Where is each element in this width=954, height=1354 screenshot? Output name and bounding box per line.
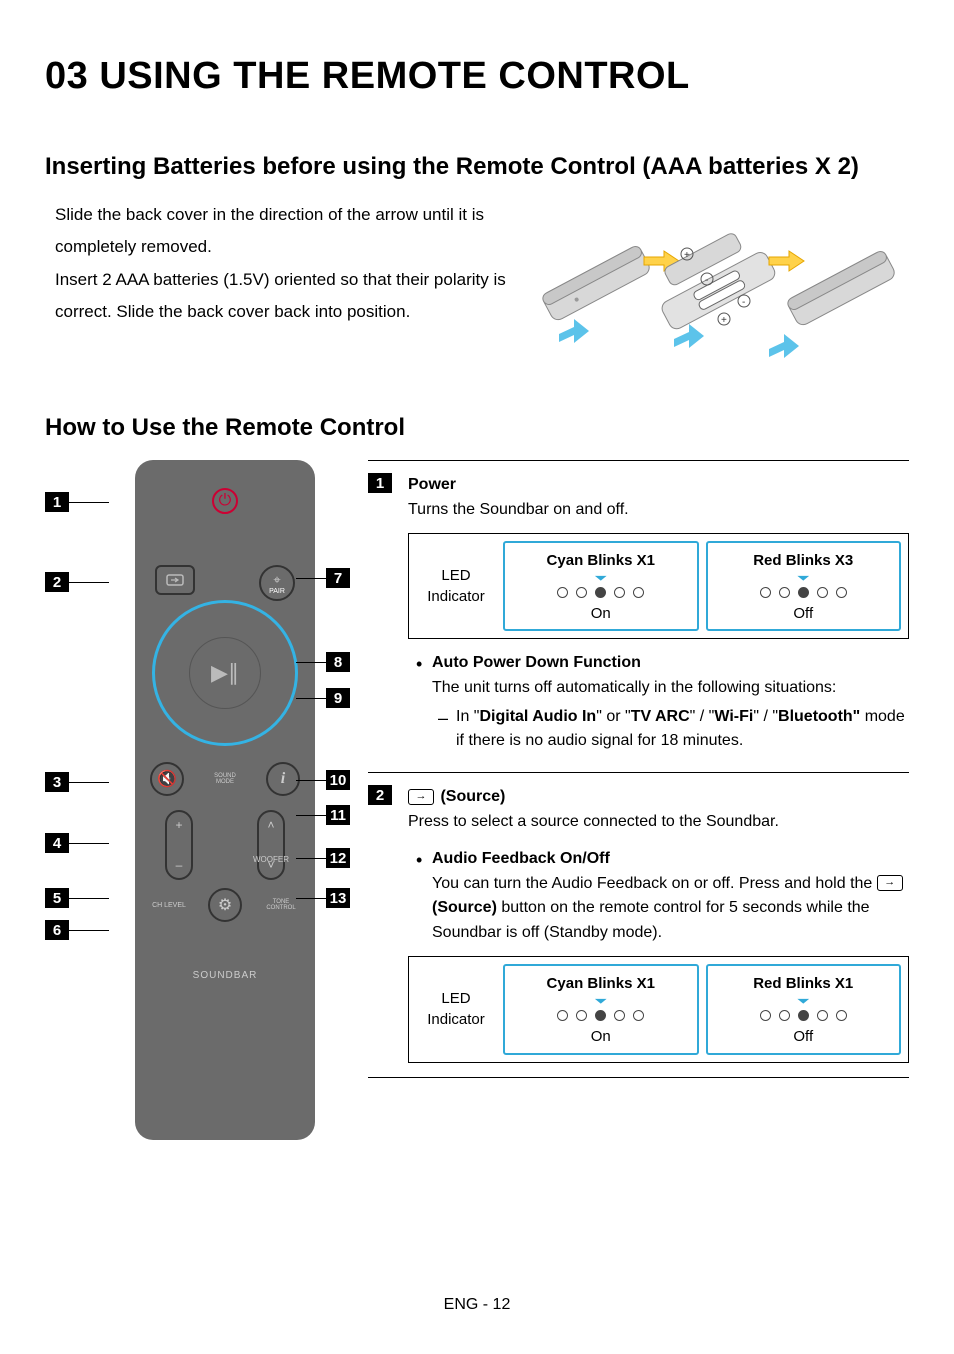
info-icon: i [266,762,300,796]
callout-3: 3 [45,772,109,792]
audio-feedback: Audio Feedback On/Off You can turn the A… [408,847,909,946]
description-item-1: 1 Power Turns the Soundbar on and off. L… [368,461,909,773]
description-item-2: 2 (Source) Press to select a source conn… [368,773,909,1077]
mute-icon: 🔇 [150,762,184,796]
desc-title-power: Power [408,473,909,498]
battery-instructions: Slide the back cover in the direction of… [45,199,519,369]
woofer-label: WOOFER [241,855,301,864]
led-label-2: Indicator [427,586,485,607]
remote-diagram: ⏻ ⌖ PAIR ▶∥ 🔇 SOUND MODE i +– ˄˅ WOOFER [45,460,350,1160]
source-button-icon [155,565,195,595]
descriptions: 1 Power Turns the Soundbar on and off. L… [368,460,909,1078]
led2-panel-on: Cyan Blinks X1 ▼ On [503,964,699,1055]
callout-2: 2 [45,572,109,592]
callout-10: 10 [296,770,350,790]
callout-11: 11 [296,805,350,825]
desc-num-1: 1 [368,473,392,493]
desc-text-source: Press to select a source connected to th… [408,810,909,835]
pair-button-icon: ⌖ PAIR [259,565,295,601]
auto-power-down: Auto Power Down Function The unit turns … [408,651,909,754]
led2-label-2: Indicator [427,1009,485,1030]
svg-text:+: + [721,315,727,326]
sound-mode-button: SOUND MODE [208,762,242,796]
led-panel-on: Cyan Blinks X1 ▼ On [503,541,699,632]
callout-9: 9 [296,688,350,708]
brand-label: SOUNDBAR [193,970,258,981]
gear-icon: ⚙ [208,888,242,922]
apd-condition: In "Digital Audio In" or "TV ARC" / "Wi-… [432,705,909,755]
power-icon: ⏻ [212,488,238,514]
callout-5: 5 [45,888,109,908]
page-footer: ENG - 12 [0,1296,954,1314]
section-heading-usage: How to Use the Remote Control [45,414,909,442]
section-heading-batteries: Inserting Batteries before using the Rem… [45,153,909,181]
page-title: 03 USING THE REMOTE CONTROL [45,55,909,98]
ch-level-label: CH LEVEL [147,888,191,922]
callout-1: 1 [45,492,109,512]
led2-panel-off: Red Blinks X1 ▼ Off [706,964,902,1055]
callout-12: 12 [296,848,350,868]
callout-13: 13 [296,888,350,908]
callout-7: 7 [296,568,350,588]
battery-illustration: + - - + [539,199,909,369]
callout-8: 8 [296,652,350,672]
volume-rocker: +– [165,810,193,880]
desc-text-power: Turns the Soundbar on and off. [408,498,909,523]
play-pause-icon: ▶∥ [189,637,261,709]
source-icon [408,789,434,805]
led-panel-off: Red Blinks X3 ▼ Off [706,541,902,632]
desc-title-source: (Source) [408,785,909,810]
woofer-rocker: ˄˅ [257,810,285,880]
battery-para-2: Insert 2 AAA batteries (1.5V) oriented s… [55,264,519,329]
svg-text:-: - [705,275,708,286]
desc-num-2: 2 [368,785,392,805]
led-indicator-box-2: LED Indicator Cyan Blinks X1 ▼ On Red Bl… [408,956,909,1063]
callout-4: 4 [45,833,109,853]
battery-para-1: Slide the back cover in the direction of… [55,199,519,264]
svg-text:+: + [684,250,690,261]
led2-label-1: LED [441,988,470,1009]
source-icon-inline [877,875,903,891]
dpad-ring: ▶∥ [152,600,298,746]
led-label-1: LED [441,565,470,586]
battery-section: Slide the back cover in the direction of… [45,199,909,369]
callout-6: 6 [45,920,109,940]
svg-text:-: - [742,297,745,308]
led-indicator-box: LED Indicator Cyan Blinks X1 ▼ On Red Bl… [408,533,909,640]
